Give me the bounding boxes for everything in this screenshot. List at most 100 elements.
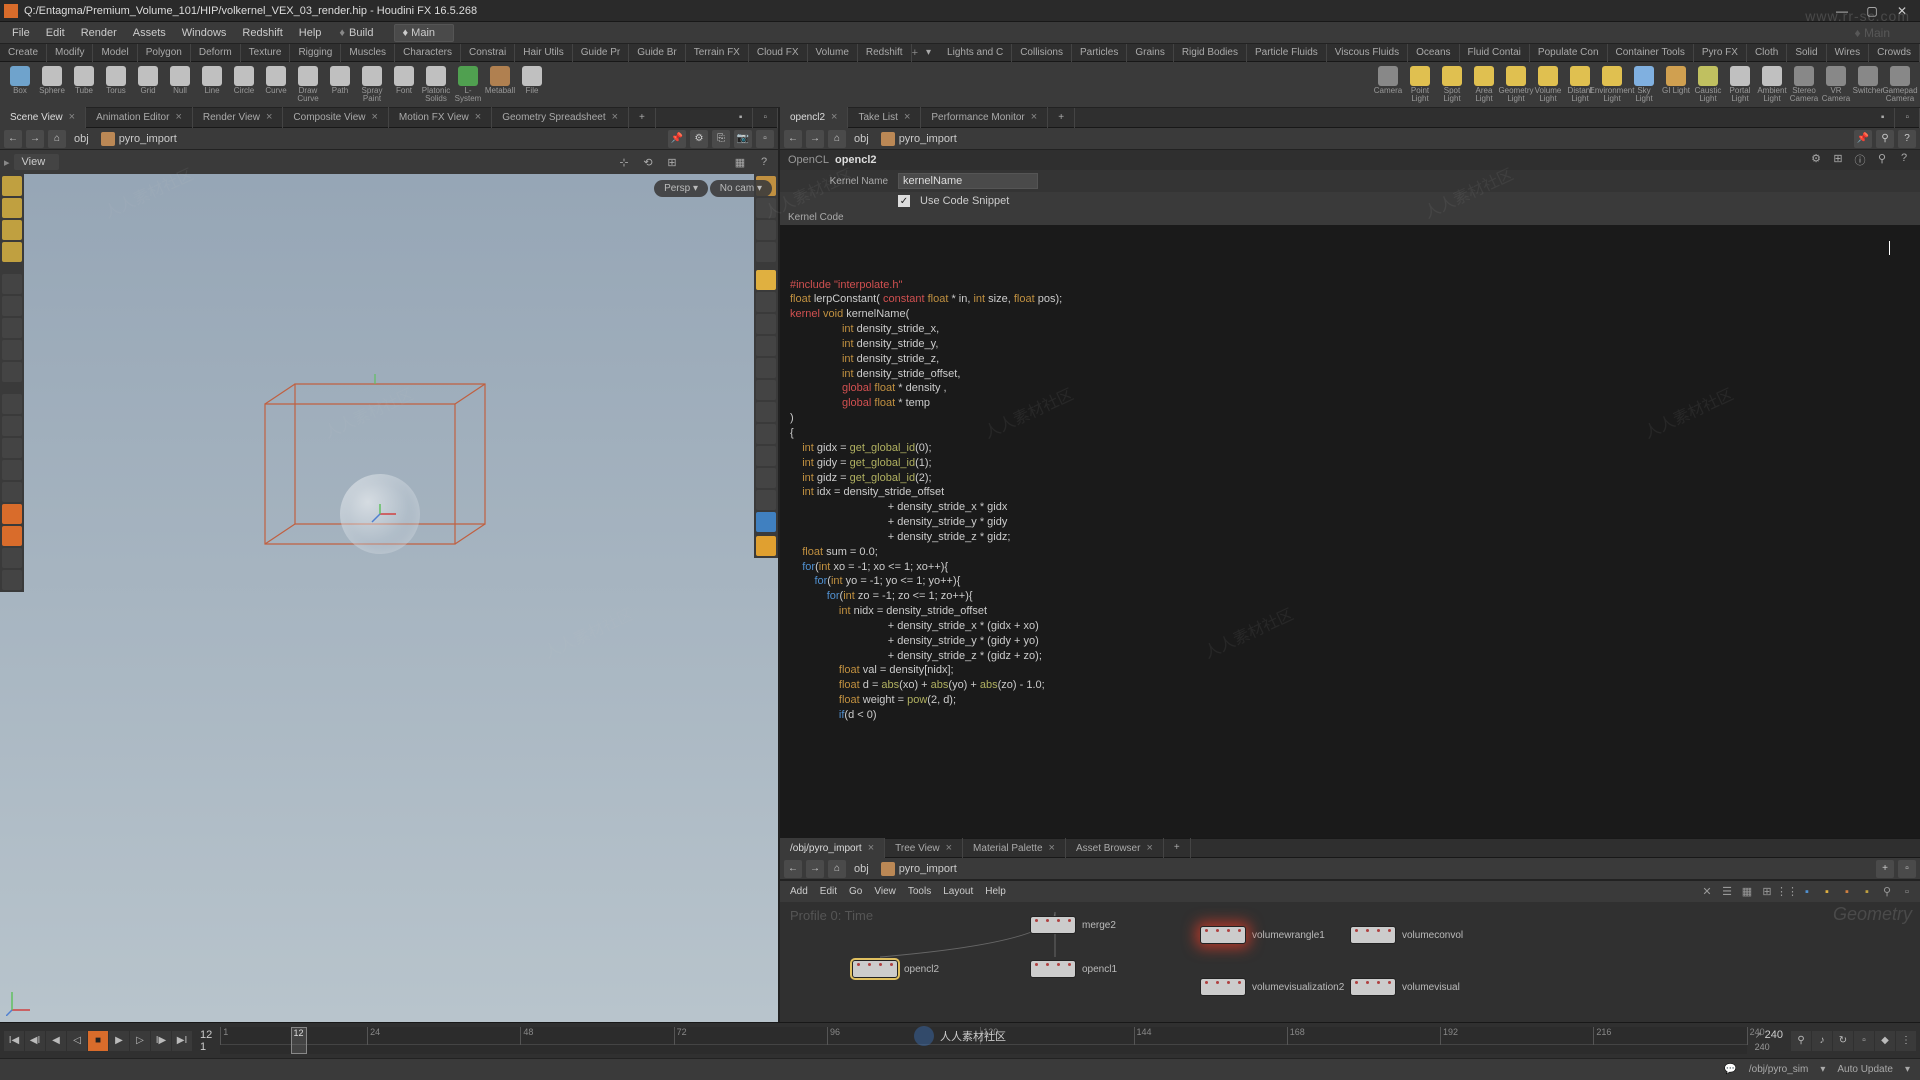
shelf-tab-constrai[interactable]: Constrai (461, 44, 515, 62)
node-volumeconvol[interactable]: volumeconvol (1350, 926, 1463, 944)
shelf-metaball[interactable]: Metaball (484, 66, 516, 103)
auto-update-selector[interactable]: Auto Update (1831, 1064, 1899, 1075)
shelf-tab-container-tools[interactable]: Container Tools (1608, 44, 1694, 62)
network-menu-tools[interactable]: Tools (902, 886, 937, 897)
search-icon[interactable]: ⚲ (1874, 152, 1890, 168)
back-button[interactable]: ← (784, 130, 802, 148)
menu-redshift[interactable]: Redshift (234, 22, 290, 44)
status-path[interactable]: /obj/pyro_sim (1743, 1064, 1814, 1075)
tab-render-view[interactable]: Render View× (193, 107, 284, 128)
camera-nocam-selector[interactable]: No cam ▾ (710, 180, 772, 197)
wire-icon[interactable]: ✕ (1698, 883, 1716, 901)
shelf-grid[interactable]: Grid (132, 66, 164, 103)
shelf-tab-lights-and-c[interactable]: Lights and C (939, 44, 1012, 62)
path-obj[interactable]: obj (850, 133, 873, 145)
layout-icon[interactable]: ▦ (1738, 883, 1756, 901)
pin-icon[interactable]: 📌 (668, 130, 686, 148)
key-icon[interactable]: ◆ (1875, 1031, 1895, 1051)
shelf-tab-guide-br[interactable]: Guide Br (629, 44, 685, 62)
maximize-pane-icon[interactable]: ▫ (1895, 108, 1920, 128)
network-menu-help[interactable]: Help (979, 886, 1012, 897)
shelf-tab-grains[interactable]: Grains (1127, 44, 1173, 62)
add-tab[interactable]: + (1164, 838, 1191, 858)
netbox-icon[interactable]: ▪ (1858, 883, 1876, 901)
network-menu-layout[interactable]: Layout (937, 886, 979, 897)
help-icon[interactable]: ? (1896, 152, 1912, 168)
shelf-spot-light[interactable]: Spot Light (1436, 66, 1468, 103)
overview-icon[interactable]: ▫ (1898, 883, 1916, 901)
construction-plane-icon[interactable]: ⊞ (662, 152, 682, 172)
tab-geometry-spreadsheet[interactable]: Geometry Spreadsheet× (492, 107, 629, 128)
shelf-gamepad-camera[interactable]: Gamepad Camera (1884, 66, 1916, 103)
shelf-tab-collisions[interactable]: Collisions (1012, 44, 1072, 62)
tab-scene-view[interactable]: Scene View× (0, 107, 86, 128)
scene-viewport[interactable]: ▸ View ⊹ ⟲ ⊞ ▦ ? (0, 150, 778, 1022)
tab-opencl2[interactable]: opencl2× (780, 107, 848, 128)
node-volumevisual[interactable]: volumevisual (1350, 978, 1460, 996)
shelf-portal-light[interactable]: Portal Light (1724, 66, 1756, 103)
node-opencl2[interactable]: opencl2 (852, 960, 939, 978)
search-icon[interactable]: ⚲ (1876, 130, 1894, 148)
kernel-name-input[interactable] (898, 173, 1038, 189)
shelf-environment-light[interactable]: Environment Light (1596, 66, 1628, 103)
shelf-geometry-light[interactable]: Geometry Light (1500, 66, 1532, 103)
shelf-tab-muscles[interactable]: Muscles (341, 44, 395, 62)
view-mode-selector[interactable]: View (14, 154, 60, 170)
timeline-cursor[interactable]: 12 (291, 1027, 307, 1054)
shelf-tab-terrain-fx[interactable]: Terrain FX (686, 44, 749, 62)
pane-menu-icon[interactable]: ▪ (1871, 108, 1896, 128)
expand-icon[interactable]: ▫ (756, 130, 774, 148)
shelf-platonic-solids[interactable]: Platonic Solids (420, 66, 452, 103)
note-icon[interactable]: ▪ (1818, 883, 1836, 901)
play-reverse-button[interactable]: ◀ (46, 1031, 66, 1051)
step-fwd-button[interactable]: ▷ (130, 1031, 150, 1051)
menu-render[interactable]: Render (73, 22, 125, 44)
tab-tree-view[interactable]: Tree View× (885, 838, 963, 859)
home-icon[interactable]: ⌂ (48, 130, 66, 148)
audio-icon[interactable]: ♪ (1812, 1031, 1832, 1051)
menu-file[interactable]: File (4, 22, 38, 44)
node-opencl1[interactable]: opencl1 (1030, 960, 1117, 978)
play-button[interactable]: ▶ (109, 1031, 129, 1051)
tab-performance-monitor[interactable]: Performance Monitor× (921, 107, 1048, 128)
pane-menu-icon[interactable]: ▪ (729, 108, 754, 128)
camera-persp-selector[interactable]: Persp ▾ (654, 180, 708, 197)
network-menu-edit[interactable]: Edit (814, 886, 843, 897)
info-icon[interactable]: ⓘ (1852, 152, 1868, 168)
menu-help[interactable]: Help (291, 22, 330, 44)
shelf-ambient-light[interactable]: Ambient Light (1756, 66, 1788, 103)
next-key-button[interactable]: I▶ (151, 1031, 171, 1051)
shelf-tab-create[interactable]: Create (0, 44, 47, 62)
tab-asset-browser[interactable]: Asset Browser× (1066, 838, 1164, 859)
gear-icon[interactable]: ⚙ (690, 130, 708, 148)
shelf-curve[interactable]: Curve (260, 66, 292, 103)
shelf-path[interactable]: Path (324, 66, 356, 103)
gear-icon[interactable]: ⚙ (1808, 152, 1824, 168)
back-button[interactable]: ← (4, 130, 22, 148)
snap-icon[interactable]: ⊹ (614, 152, 634, 172)
path-obj[interactable]: obj (70, 133, 93, 145)
path-node[interactable]: pyro_import (877, 862, 961, 876)
filter-icon[interactable]: ⊞ (1830, 152, 1846, 168)
menu-assets[interactable]: Assets (125, 22, 174, 44)
shelf-spray-paint[interactable]: Spray Paint (356, 66, 388, 103)
tab-animation-editor[interactable]: Animation Editor× (86, 107, 193, 128)
shelf-tab-rigid-bodies[interactable]: Rigid Bodies (1174, 44, 1247, 62)
search-icon[interactable]: ⚲ (1878, 883, 1896, 901)
tab--obj-pyro_import[interactable]: /obj/pyro_import× (780, 838, 885, 859)
shelf-tab-oceans[interactable]: Oceans (1408, 44, 1459, 62)
kernel-code-editor[interactable]: #include "interpolate.h"float lerpConsta… (780, 225, 1920, 838)
shelf-switcher[interactable]: Switcher (1852, 66, 1884, 103)
tab-material-palette[interactable]: Material Palette× (963, 838, 1066, 859)
tab-take-list[interactable]: Take List× (848, 107, 921, 128)
shelf-tube[interactable]: Tube (68, 66, 100, 103)
shelf-tab-redshift[interactable]: Redshift (858, 44, 912, 62)
path-obj[interactable]: obj (850, 863, 873, 875)
shelf-tab-polygon[interactable]: Polygon (138, 44, 191, 62)
options-icon[interactable]: ⋮ (1896, 1031, 1916, 1051)
shelf-tab-model[interactable]: Model (93, 44, 137, 62)
shelf-tab-viscous-fluids[interactable]: Viscous Fluids (1327, 44, 1408, 62)
flag-icon[interactable]: ▪ (1798, 883, 1816, 901)
shelf-tab-hair-utils[interactable]: Hair Utils (515, 44, 573, 62)
shelf-tab-rigging[interactable]: Rigging (290, 44, 341, 62)
